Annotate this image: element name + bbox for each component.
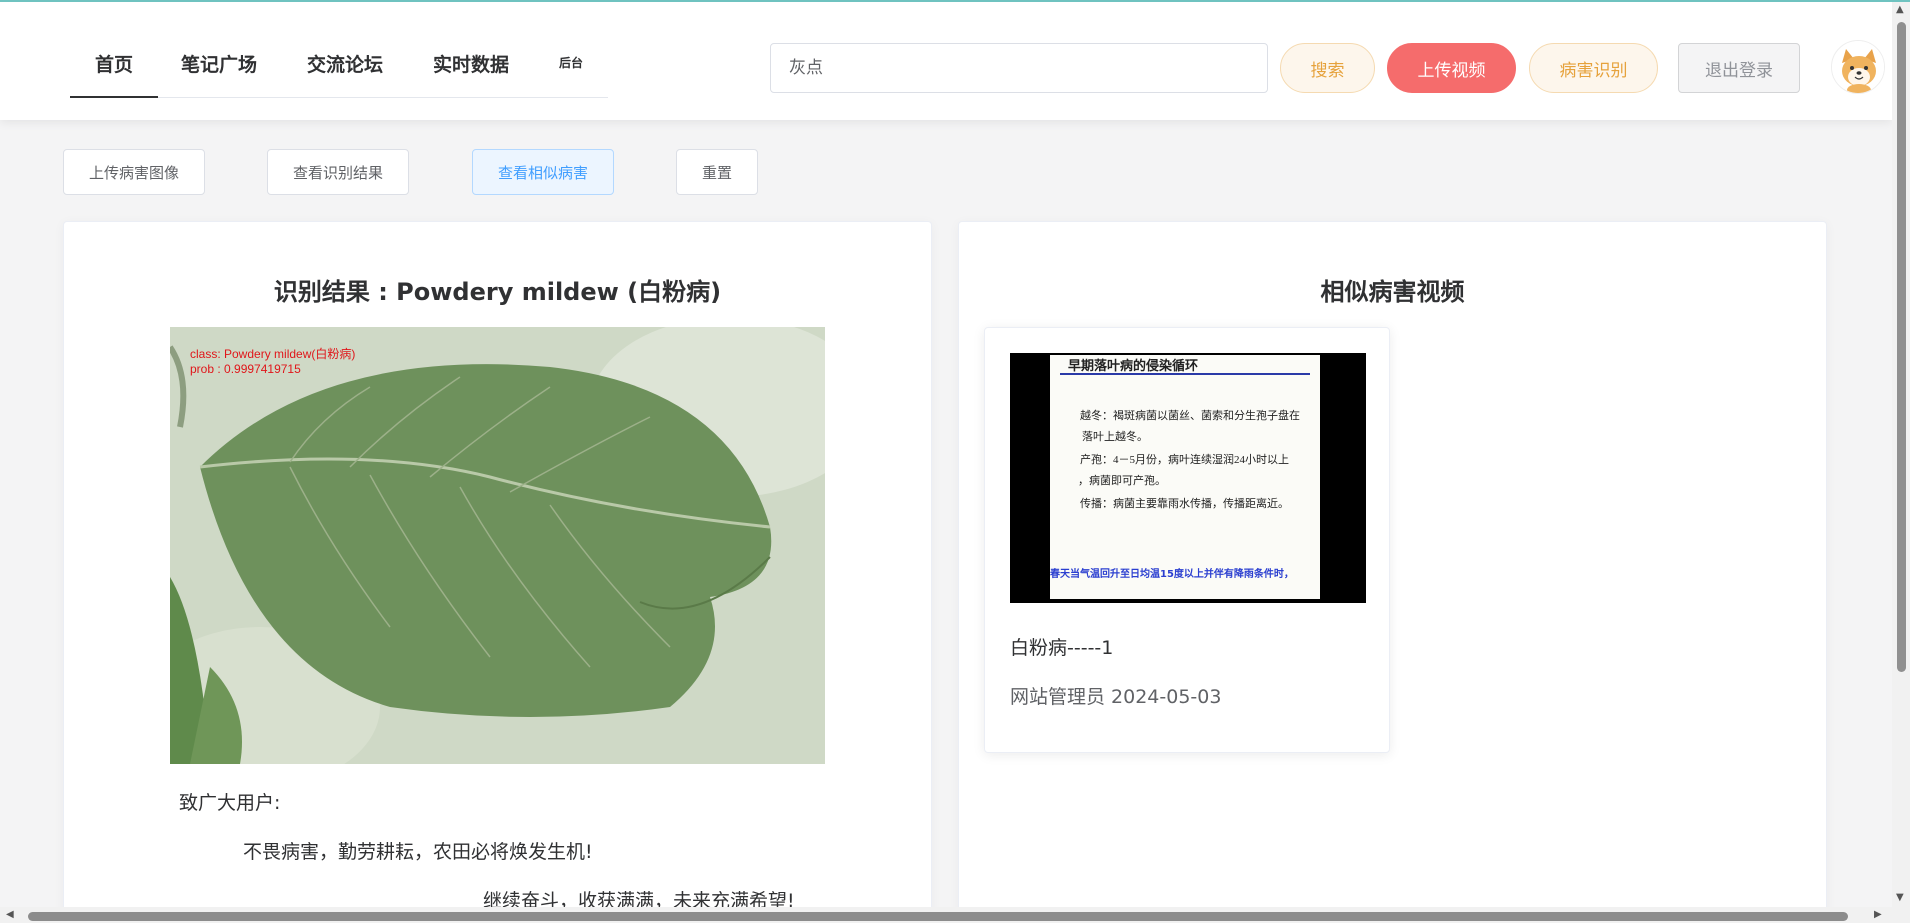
- video-title[interactable]: 白粉病-----1: [1010, 633, 1113, 660]
- view-similar-button[interactable]: 查看相似病害: [472, 149, 614, 195]
- slide-line: 产孢：4－5月份，病叶连续湿润24小时以上: [1080, 454, 1289, 466]
- disease-identify-button[interactable]: 病害识别: [1529, 43, 1658, 93]
- scroll-down-icon[interactable]: ▼: [1896, 892, 1904, 903]
- nav-item-home[interactable]: 首页: [70, 30, 158, 98]
- slide-line: 传播：病菌主要靠雨水传播，传播距离近。: [1080, 498, 1289, 510]
- vertical-scrollbar[interactable]: ▲ ▼: [1892, 2, 1910, 923]
- video-thumbnail[interactable]: 早期落叶病的侵染循环 越冬：褐斑病菌以菌丝、菌索和分生孢子盘在 落叶上越冬。 产…: [1010, 353, 1366, 603]
- scroll-right-icon[interactable]: ▶: [1874, 909, 1882, 920]
- prediction-prob-label: prob : 0.9997419715: [190, 362, 301, 376]
- horizontal-scroll-thumb[interactable]: [28, 912, 1848, 921]
- nav-item-notes[interactable]: 笔记广场: [181, 30, 257, 98]
- reset-button[interactable]: 重置: [676, 149, 758, 195]
- upload-disease-image-button[interactable]: 上传病害图像: [63, 149, 205, 195]
- slide-line: ，病菌即可产孢。: [1078, 475, 1166, 487]
- scroll-up-icon[interactable]: ▲: [1896, 4, 1904, 15]
- nav-item-admin[interactable]: 后台: [559, 30, 583, 98]
- slide-footer: 春天当气温回升至日均温15度以上并伴有降雨条件时，: [1050, 569, 1294, 580]
- slide-line: 越冬：褐斑病菌以菌丝、菌索和分生孢子盘在: [1080, 410, 1300, 422]
- scroll-left-icon[interactable]: ◀: [6, 909, 14, 920]
- leaf-result-image: class: Powdery mildew(白粉病) prob : 0.9997…: [170, 327, 825, 764]
- avatar[interactable]: [1831, 40, 1885, 94]
- logout-button[interactable]: 退出登录: [1678, 43, 1800, 93]
- search-button[interactable]: 搜索: [1280, 43, 1375, 93]
- slide-rule: [1060, 373, 1310, 375]
- prediction-class-label: class: Powdery mildew(白粉病): [190, 347, 356, 361]
- main-nav: 首页 笔记广场 交流论坛 实时数据 后台: [70, 30, 608, 98]
- similar-title: 相似病害视频: [1320, 278, 1465, 306]
- video-slide: 早期落叶病的侵染循环 越冬：褐斑病菌以菌丝、菌索和分生孢子盘在 落叶上越冬。 产…: [1050, 355, 1320, 599]
- greeting-text: 致广大用户:: [179, 792, 281, 814]
- result-title: 识别结果 : Powdery mildew (白粉病): [273, 278, 722, 306]
- top-header: 首页 笔记广场 交流论坛 实时数据 后台 灰点 搜索 上传视频 病害识别 退出登…: [0, 2, 1892, 120]
- message-line-1: 不畏病害，勤劳耕耘，农田必将焕发生机!: [243, 841, 593, 863]
- video-card[interactable]: 早期落叶病的侵染循环 越冬：褐斑病菌以菌丝、菌索和分生孢子盘在 落叶上越冬。 产…: [984, 327, 1390, 753]
- nav-item-forum[interactable]: 交流论坛: [307, 30, 383, 98]
- search-input[interactable]: 灰点: [770, 43, 1268, 93]
- video-meta: 网站管理员 2024-05-03: [1010, 686, 1222, 708]
- slide-line: 落叶上越冬。: [1082, 431, 1148, 443]
- horizontal-scrollbar[interactable]: ◀ ▶: [0, 907, 1892, 923]
- nav-item-realtime[interactable]: 实时数据: [433, 30, 509, 98]
- app-frame: 首页 笔记广场 交流论坛 实时数据 后台 灰点 搜索 上传视频 病害识别 退出登…: [0, 0, 1910, 923]
- vertical-scroll-thumb[interactable]: [1897, 22, 1906, 672]
- view-result-button[interactable]: 查看识别结果: [267, 149, 409, 195]
- upload-video-button[interactable]: 上传视频: [1387, 43, 1516, 93]
- leaf-image: [170, 327, 825, 764]
- shiba-avatar-icon: [1832, 41, 1884, 93]
- slide-heading: 早期落叶病的侵染循环: [1068, 358, 1199, 373]
